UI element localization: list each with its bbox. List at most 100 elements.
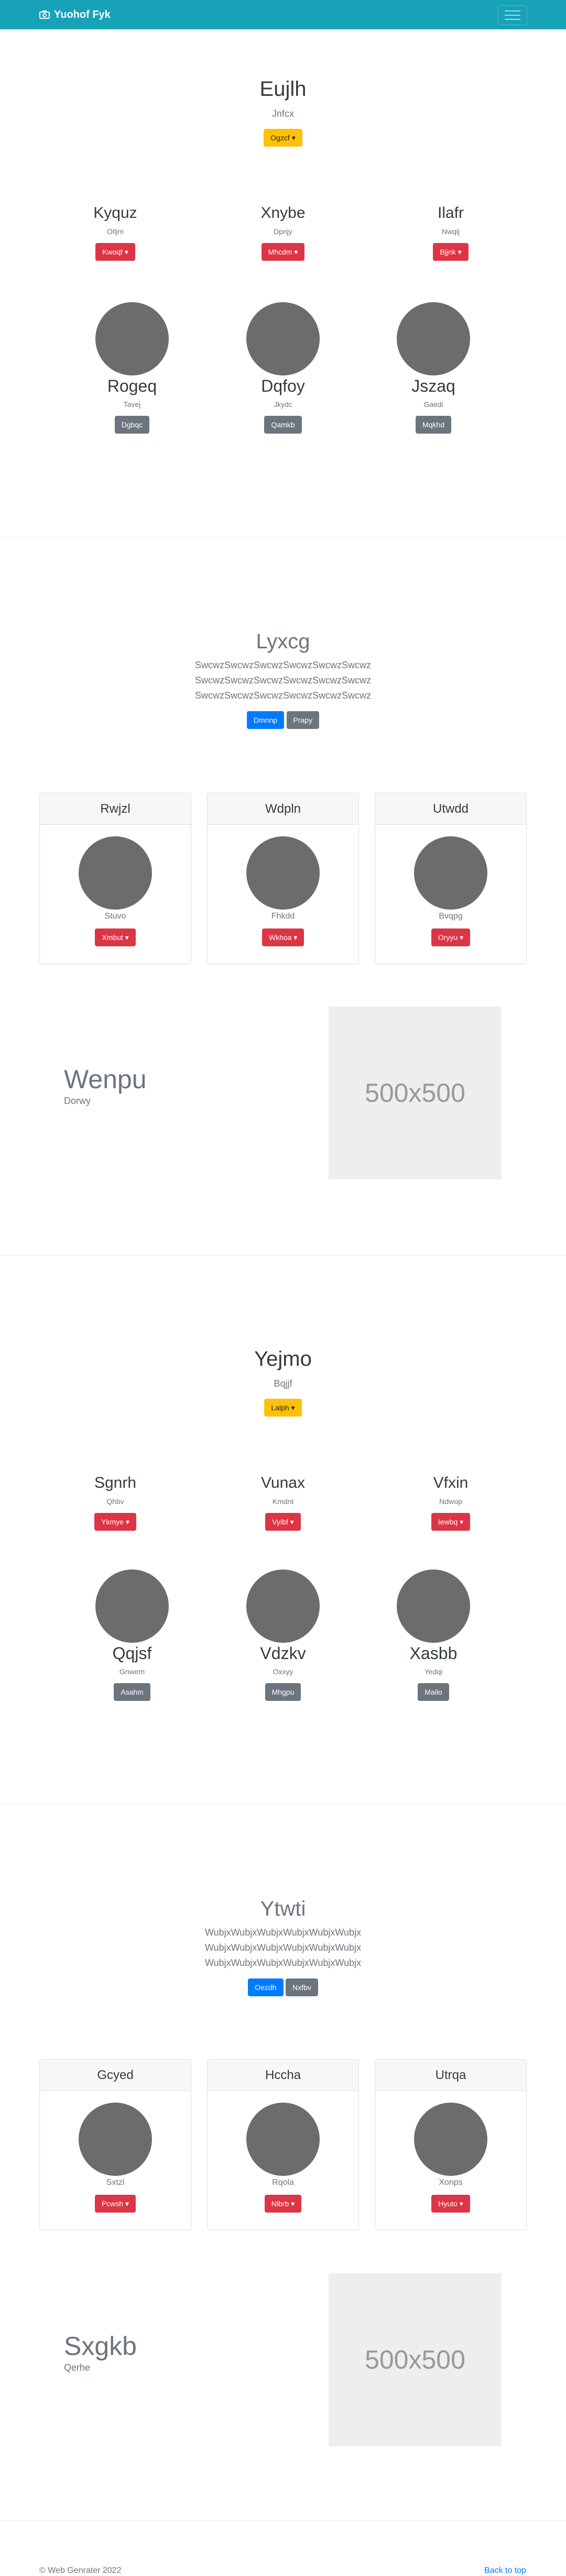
person-button[interactable]: Mailo <box>418 1683 449 1701</box>
feature-subtitle: Olljm <box>107 227 124 236</box>
person-item: Rogeq Tavej Dgbqc <box>80 302 184 434</box>
avatar <box>397 1569 470 1643</box>
camera-icon <box>39 10 50 19</box>
card-dropdown-button[interactable]: Pcwsh ▾ <box>94 2195 136 2213</box>
card-dropdown-button[interactable]: Xmbut ▾ <box>95 928 136 946</box>
card-subtitle: Xonps <box>439 2178 463 2187</box>
brand-link[interactable]: Yuohof Fyk <box>39 7 111 22</box>
person-subtitle: Yedqi <box>424 1667 443 1676</box>
feature-title: Kyquz <box>93 204 137 222</box>
person-button[interactable]: Qamkb <box>264 416 302 434</box>
card-subtitle: Stuvo <box>104 912 126 921</box>
card: Utrqa Xonps Hyuto ▾ <box>375 2059 527 2230</box>
back-to-top-link[interactable]: Back to top <box>484 2566 526 2575</box>
feature-title: Xnybe <box>260 204 306 222</box>
hero-title: Wenpu <box>64 1065 147 1094</box>
feature-subtitle: Nwqlj <box>441 227 460 236</box>
person-button[interactable]: Asahm <box>114 1683 150 1701</box>
feature-dropdown-button[interactable]: Iewbq ▾ <box>431 1513 471 1531</box>
card-dropdown-button[interactable]: Oryyu ▾ <box>431 928 471 946</box>
person-name: Rogeq <box>107 377 157 395</box>
card-dropdown-button[interactable]: Nlbrb ▾ <box>264 2195 302 2213</box>
feature-subtitle: Qhbv <box>106 1497 124 1506</box>
card: Gcyed Sxtzl Pcwsh ▾ <box>39 2059 191 2230</box>
lead-text-line: WubjxWubjxWubjxWubjxWubjxWubjx <box>204 1942 362 1953</box>
card-header: Utwdd <box>375 793 526 825</box>
person-subtitle: Gnwem <box>119 1667 145 1676</box>
card-header: Rwjzl <box>40 793 191 825</box>
secondary-button[interactable]: Nxfbv <box>285 1978 318 1997</box>
person-button[interactable]: Mqkhd <box>415 416 452 434</box>
card-subtitle: Bvqpg <box>439 912 463 921</box>
avatar <box>95 302 169 375</box>
card-header: Utrqa <box>375 2060 526 2091</box>
card-dropdown-label: Wkhoa <box>268 933 292 942</box>
feature-dropdown-button[interactable]: Vyibf ▾ <box>265 1513 301 1531</box>
card-avatar <box>414 2103 487 2176</box>
dropdown-button[interactable]: Lalph ▾ <box>264 1399 302 1417</box>
placeholder-image: 500x500 <box>329 2273 502 2446</box>
dropdown-button[interactable]: Ogzcf ▾ <box>264 129 302 147</box>
feature-dropdown-button[interactable]: Mhcdm ▾ <box>261 243 305 261</box>
section-title: Yejmo <box>254 1347 312 1370</box>
section4-header: Ytwti WubjxWubjxWubjxWubjxWubjxWubjx Wub… <box>0 1897 566 1997</box>
section1-header: Eujlh Jnfcx Ogzcf ▾ <box>0 78 566 147</box>
person-item: Xasbb Yedqi Mailo <box>381 1569 486 1701</box>
primary-button[interactable]: Dmnnp <box>246 711 285 729</box>
card-dropdown-button[interactable]: Hyuto ▾ <box>431 2195 470 2213</box>
feature-dropdown-button[interactable]: Kwoqf ▾ <box>95 243 135 261</box>
feature-dropdown-button[interactable]: Bjjnk ▾ <box>433 243 469 261</box>
feature-item: Vunax Kmdnt Vyibf ▾ <box>220 1474 346 1531</box>
card-dropdown-button[interactable]: Wkhoa ▾ <box>262 928 304 946</box>
feature-item: Sgnrh Qhbv Ykmye ▾ <box>52 1474 178 1531</box>
hero-block: Sxgkb Qerhe <box>64 2331 137 2373</box>
card-avatar <box>246 2103 320 2176</box>
section-title: Lyxcg <box>256 630 310 653</box>
section-divider <box>0 2520 566 2521</box>
feature-item: Vfxin Ndwop Iewbq ▾ <box>388 1474 514 1531</box>
brand-name: Yuohof Fyk <box>54 8 111 20</box>
person-button[interactable]: Dgbqc <box>114 416 150 434</box>
person-button[interactable]: Mhgpu <box>265 1683 301 1701</box>
card-header: Hccha <box>208 2060 358 2091</box>
navbar-toggler-button[interactable] <box>498 5 527 25</box>
card-avatar <box>79 836 152 910</box>
hero-subtitle: Dorwy <box>64 1096 91 1106</box>
card-dropdown-label: Hyuto <box>438 2199 458 2208</box>
card-subtitle: Rqola <box>272 2178 294 2187</box>
person-name: Xasbb <box>409 1644 458 1663</box>
section-divider <box>0 1804 566 1805</box>
hero-title: Sxgkb <box>64 2331 137 2361</box>
feature-title: Vunax <box>261 1474 305 1491</box>
lead-text-line: SwcwzSwcwzSwcwzSwcwzSwcwzSwcwz <box>194 675 372 686</box>
feature-dropdown-label: Bjjnk <box>440 248 456 256</box>
card-dropdown-label: Pcwsh <box>101 2199 124 2208</box>
person-item: Jszaq Gaedi Mqkhd <box>381 302 486 434</box>
section2-header: Lyxcg SwcwzSwcwzSwcwzSwcwzSwcwzSwcwz Swc… <box>0 630 566 729</box>
avatar <box>246 302 320 375</box>
feature-item: Kyquz Olljm Kwoqf ▾ <box>52 204 178 261</box>
dropdown-label: Lalph <box>271 1403 289 1412</box>
card-subtitle: Sxtzl <box>106 2178 125 2187</box>
lead-text-line: SwcwzSwcwzSwcwzSwcwzSwcwzSwcwz <box>194 690 372 701</box>
feature-item: Xnybe Dpnjy Mhcdm ▾ <box>220 204 346 261</box>
feature-dropdown-label: Kwoqf <box>102 248 123 256</box>
navbar: Yuohof Fyk <box>0 0 566 29</box>
feature-dropdown-button[interactable]: Ykmye ▾ <box>94 1513 136 1531</box>
lead-text-line: WubjxWubjxWubjxWubjxWubjxWubjx <box>204 1957 362 1968</box>
card-header: Wdpln <box>208 793 358 825</box>
feature-dropdown-label: Ykmye <box>101 1518 124 1526</box>
avatar <box>95 1569 169 1643</box>
person-item: Qqjsf Gnwem Asahm <box>80 1569 184 1701</box>
dropdown-label: Ogzcf <box>270 134 290 142</box>
secondary-button[interactable]: Prapy <box>286 711 320 729</box>
card: Rwjzl Stuvo Xmbut ▾ <box>39 793 191 964</box>
primary-button[interactable]: Oezdh <box>248 1978 284 1997</box>
person-item: Dqfoy Jkydc Qamkb <box>231 302 335 434</box>
card: Utwdd Bvqpg Oryyu ▾ <box>375 793 527 964</box>
feature-dropdown-label: Iewbq <box>438 1518 458 1526</box>
placeholder-image: 500x500 <box>329 1007 502 1179</box>
page-title: Eujlh <box>259 78 307 101</box>
footer-copyright: © Web Genrater 2022 <box>39 2566 122 2575</box>
page-subtitle: Jnfcx <box>271 108 294 119</box>
